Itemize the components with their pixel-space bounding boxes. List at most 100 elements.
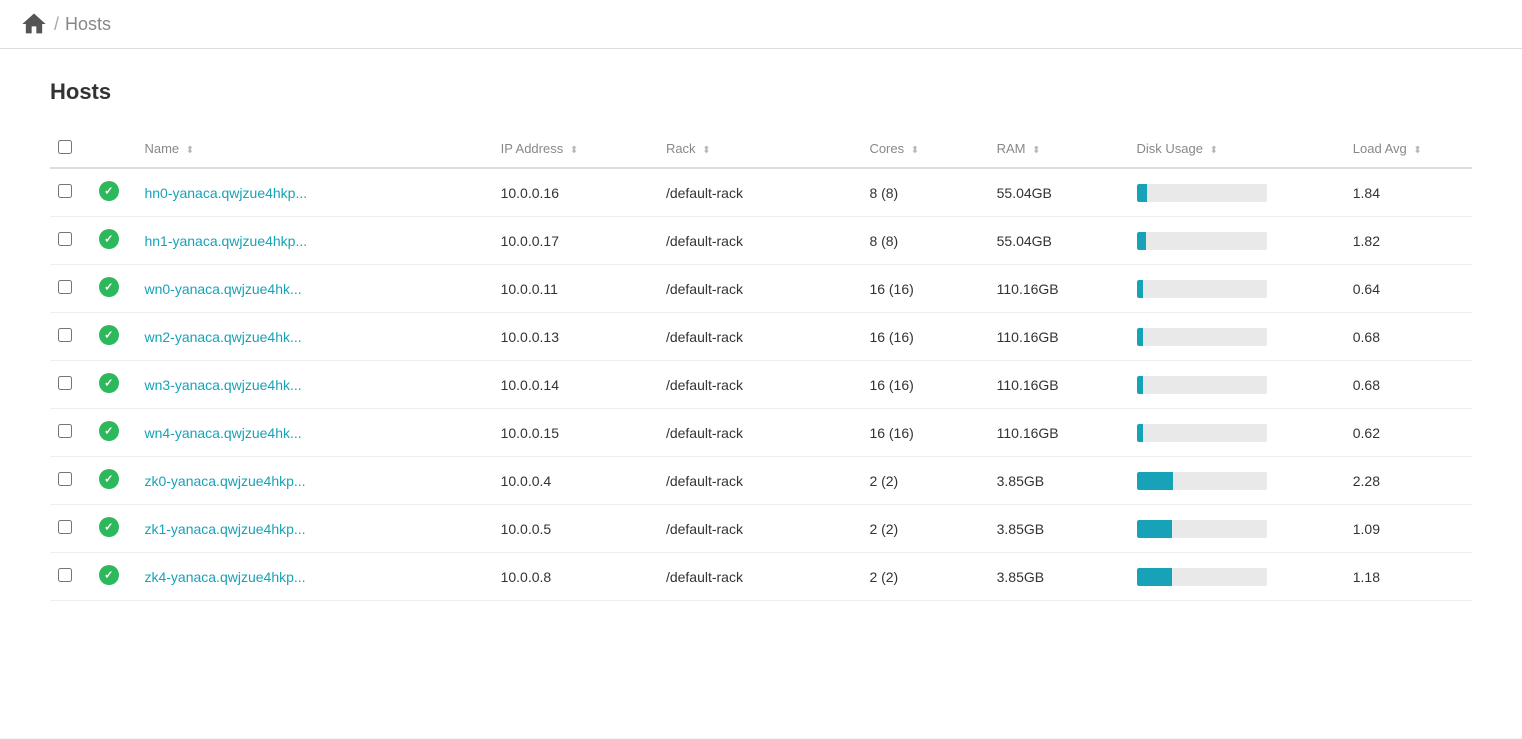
disk-bar-fill [1137,424,1144,442]
row-load-cell: 0.62 [1345,409,1472,457]
row-ram-cell: 3.85GB [989,505,1129,553]
disk-bar-fill [1137,472,1173,490]
host-name-link[interactable]: hn1-yanaca.qwjzue4hkp... [144,233,307,249]
row-ip-cell: 10.0.0.4 [493,457,658,505]
row-load-cell: 1.18 [1345,553,1472,601]
row-disk-cell [1129,409,1345,457]
header-ram[interactable]: RAM ⬍ [989,130,1129,168]
host-name-link[interactable]: hn0-yanaca.qwjzue4hkp... [144,185,307,201]
disk-bar-container [1137,376,1267,394]
host-name-link[interactable]: wn3-yanaca.qwjzue4hk... [144,377,301,393]
status-ok-icon [99,325,119,345]
row-load-cell: 0.68 [1345,361,1472,409]
disk-bar-container [1137,472,1267,490]
host-name-link[interactable]: wn0-yanaca.qwjzue4hk... [144,281,301,297]
row-ip-cell: 10.0.0.16 [493,168,658,217]
row-ip-cell: 10.0.0.13 [493,313,658,361]
row-disk-cell [1129,361,1345,409]
row-status-cell [91,265,137,313]
row-name-cell: hn1-yanaca.qwjzue4hkp... [136,217,492,265]
row-checkbox-cell [50,313,91,361]
row-checkbox[interactable] [58,376,72,390]
main-content: Hosts Name ⬍ IP Address ⬍ Rack ⬍ [0,49,1522,738]
row-disk-cell [1129,457,1345,505]
status-ok-icon [99,181,119,201]
row-rack-cell: /default-rack [658,505,862,553]
row-cores-cell: 2 (2) [861,553,988,601]
header-load-avg[interactable]: Load Avg ⬍ [1345,130,1472,168]
row-rack-cell: /default-rack [658,361,862,409]
row-checkbox[interactable] [58,472,72,486]
row-ip-cell: 10.0.0.8 [493,553,658,601]
row-checkbox[interactable] [58,280,72,294]
host-name-link[interactable]: zk4-yanaca.qwjzue4hkp... [144,569,305,585]
host-name-link[interactable]: zk1-yanaca.qwjzue4hkp... [144,521,305,537]
row-name-cell: hn0-yanaca.qwjzue4hkp... [136,168,492,217]
row-name-cell: wn0-yanaca.qwjzue4hk... [136,265,492,313]
row-cores-cell: 2 (2) [861,505,988,553]
row-checkbox[interactable] [58,328,72,342]
row-name-cell: zk0-yanaca.qwjzue4hkp... [136,457,492,505]
row-cores-cell: 8 (8) [861,217,988,265]
status-ok-icon [99,373,119,393]
row-checkbox-cell [50,361,91,409]
disk-sort-icon: ⬍ [1210,145,1218,156]
row-load-cell: 1.84 [1345,168,1472,217]
header-name[interactable]: Name ⬍ [136,130,492,168]
row-checkbox[interactable] [58,424,72,438]
row-checkbox[interactable] [58,520,72,534]
breadcrumb-page: Hosts [65,14,111,35]
host-name-link[interactable]: zk0-yanaca.qwjzue4hkp... [144,473,305,489]
home-icon[interactable] [20,10,48,38]
ram-sort-icon: ⬍ [1032,145,1040,156]
page-title: Hosts [50,79,1472,105]
disk-bar-fill [1137,184,1147,202]
header-cores[interactable]: Cores ⬍ [861,130,988,168]
table-row: wn2-yanaca.qwjzue4hk... 10.0.0.13 /defau… [50,313,1472,361]
header-rack[interactable]: Rack ⬍ [658,130,862,168]
table-row: zk1-yanaca.qwjzue4hkp... 10.0.0.5 /defau… [50,505,1472,553]
row-rack-cell: /default-rack [658,168,862,217]
host-name-link[interactable]: wn2-yanaca.qwjzue4hk... [144,329,301,345]
row-disk-cell [1129,217,1345,265]
row-load-cell: 1.09 [1345,505,1472,553]
row-checkbox-cell [50,168,91,217]
status-ok-icon [99,517,119,537]
disk-bar-fill [1137,328,1144,346]
row-status-cell [91,313,137,361]
disk-bar-container [1137,280,1267,298]
load-sort-icon: ⬍ [1413,145,1421,156]
row-cores-cell: 8 (8) [861,168,988,217]
row-disk-cell [1129,553,1345,601]
disk-bar-container [1137,568,1267,586]
row-load-cell: 1.82 [1345,217,1472,265]
row-ram-cell: 110.16GB [989,265,1129,313]
row-disk-cell [1129,313,1345,361]
header-ip[interactable]: IP Address ⬍ [493,130,658,168]
status-ok-icon [99,469,119,489]
row-name-cell: wn4-yanaca.qwjzue4hk... [136,409,492,457]
row-status-cell [91,168,137,217]
header-disk-usage[interactable]: Disk Usage ⬍ [1129,130,1345,168]
select-all-checkbox[interactable] [58,140,72,154]
row-disk-cell [1129,168,1345,217]
row-load-cell: 0.64 [1345,265,1472,313]
disk-bar-container [1137,232,1267,250]
row-checkbox-cell [50,409,91,457]
name-sort-icon: ⬍ [186,145,194,156]
row-load-cell: 2.28 [1345,457,1472,505]
row-checkbox[interactable] [58,232,72,246]
row-checkbox-cell [50,505,91,553]
row-rack-cell: /default-rack [658,457,862,505]
row-checkbox[interactable] [58,568,72,582]
row-checkbox[interactable] [58,184,72,198]
row-ram-cell: 3.85GB [989,457,1129,505]
row-rack-cell: /default-rack [658,409,862,457]
row-ip-cell: 10.0.0.14 [493,361,658,409]
table-row: zk4-yanaca.qwjzue4hkp... 10.0.0.8 /defau… [50,553,1472,601]
host-name-link[interactable]: wn4-yanaca.qwjzue4hk... [144,425,301,441]
disk-bar-fill [1137,280,1144,298]
row-ram-cell: 110.16GB [989,361,1129,409]
cores-sort-icon: ⬍ [911,145,919,156]
row-ip-cell: 10.0.0.5 [493,505,658,553]
